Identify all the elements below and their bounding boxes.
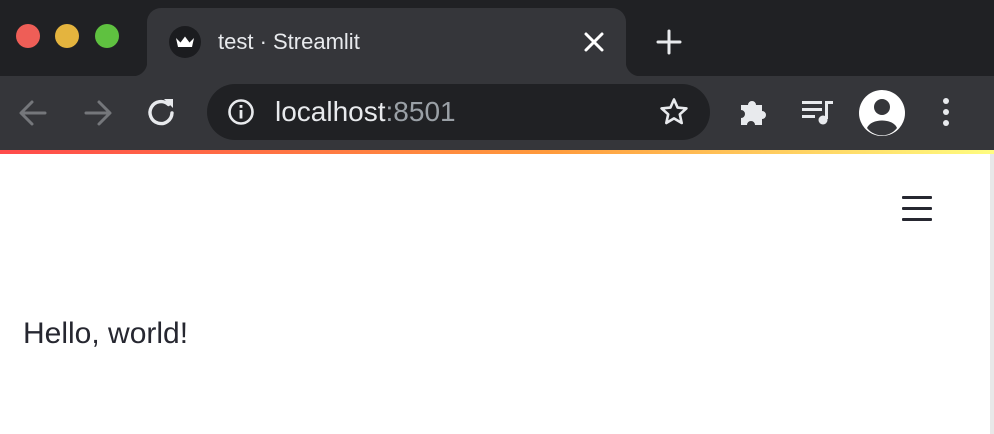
url-host: localhost bbox=[275, 96, 386, 127]
scrollbar-track[interactable] bbox=[990, 154, 994, 434]
tab-title: test · Streamlit bbox=[218, 29, 360, 54]
browser-tab-bar: test · Streamlit bbox=[0, 0, 994, 76]
account-circle-icon[interactable] bbox=[859, 90, 905, 136]
browser-tab[interactable]: test · Streamlit bbox=[133, 8, 640, 76]
hamburger-line bbox=[902, 207, 932, 210]
app-view: Hello, world! bbox=[0, 154, 990, 434]
minimize-window-button[interactable] bbox=[55, 24, 79, 48]
kebab-menu-icon[interactable] bbox=[934, 94, 958, 130]
hamburger-menu-icon[interactable] bbox=[902, 194, 934, 224]
info-icon[interactable] bbox=[227, 98, 255, 126]
star-icon[interactable] bbox=[658, 96, 690, 128]
body-text: Hello, world! bbox=[23, 317, 189, 350]
hamburger-line bbox=[902, 196, 932, 199]
address-bar[interactable]: localhost:8501 bbox=[207, 84, 710, 140]
media-queue-icon[interactable] bbox=[799, 96, 835, 128]
maximize-window-button[interactable] bbox=[95, 24, 119, 48]
url-port: :8501 bbox=[385, 96, 456, 127]
close-icon[interactable] bbox=[582, 30, 606, 54]
close-window-button[interactable] bbox=[16, 24, 40, 48]
reload-icon[interactable] bbox=[145, 96, 179, 130]
hamburger-line bbox=[902, 218, 932, 221]
arrow-left-icon[interactable] bbox=[16, 96, 50, 130]
plus-icon[interactable] bbox=[655, 28, 683, 56]
browser-toolbar: localhost:8501 bbox=[0, 76, 994, 150]
puzzle-icon[interactable] bbox=[737, 94, 771, 128]
streamlit-crown-icon bbox=[169, 26, 201, 58]
url-text[interactable]: localhost:8501 bbox=[275, 96, 456, 128]
arrow-right-icon[interactable] bbox=[81, 96, 115, 130]
